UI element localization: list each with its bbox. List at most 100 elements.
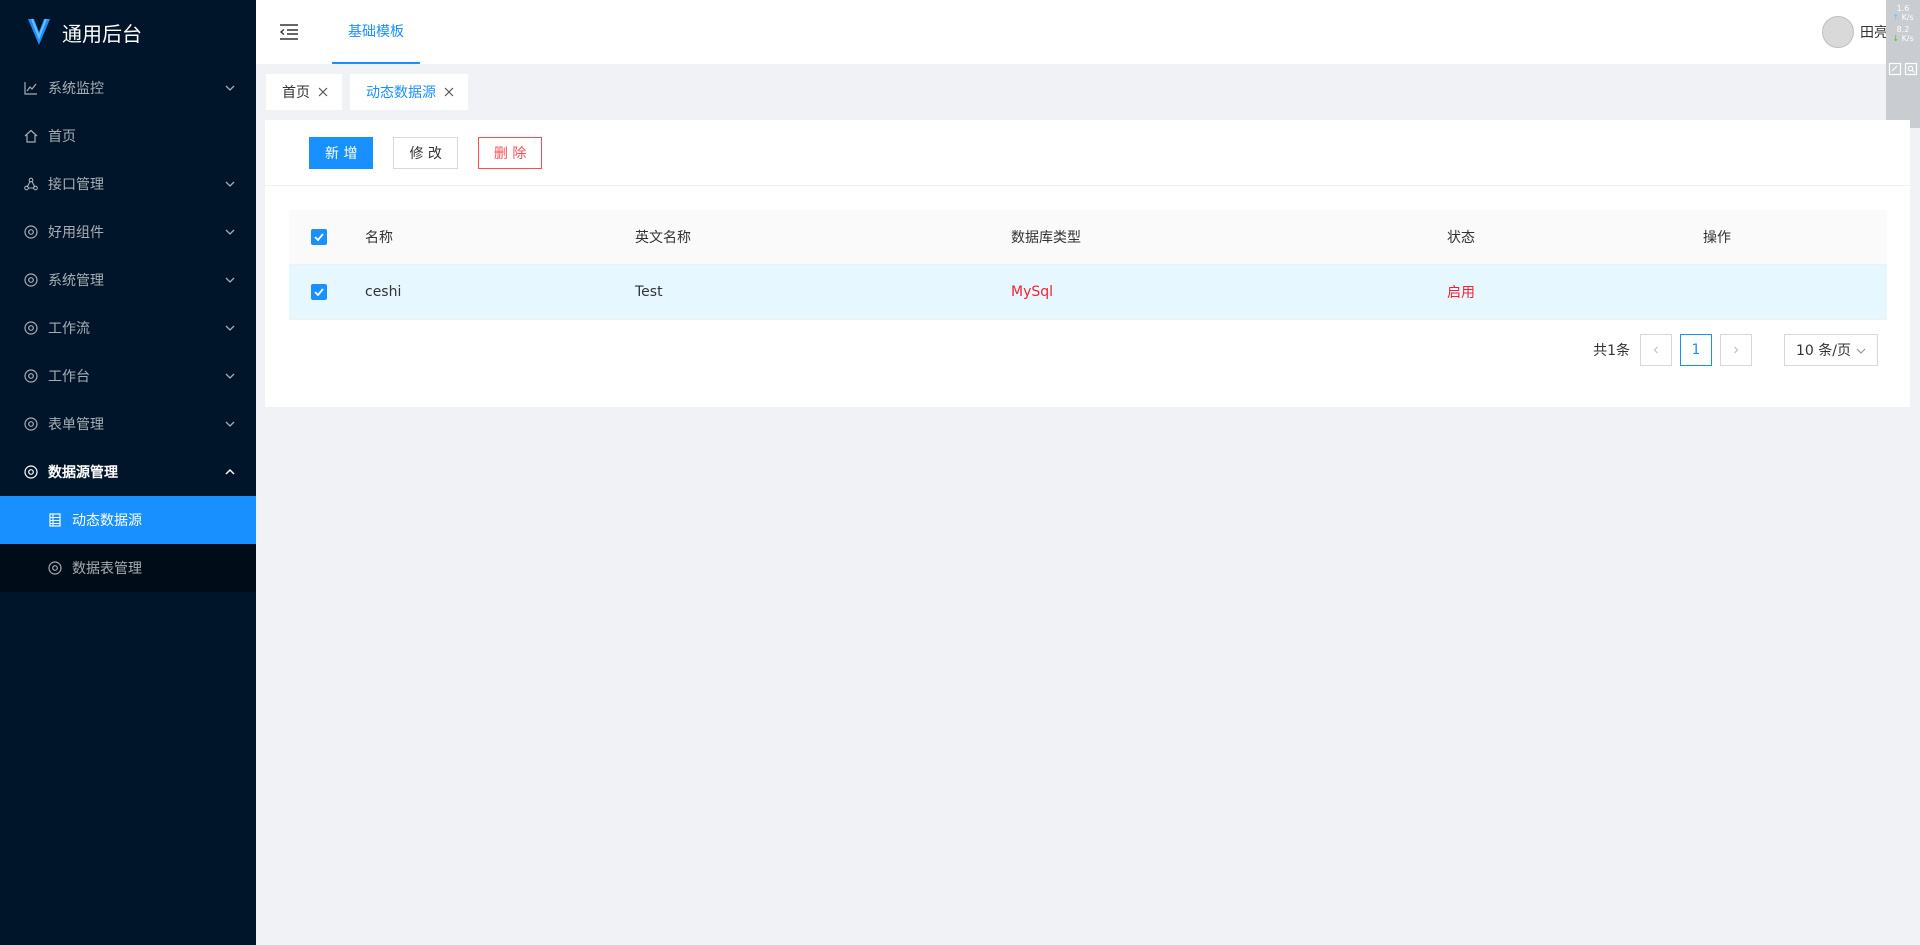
table-icon: [48, 513, 62, 527]
chevron-down-icon: [225, 373, 235, 379]
pagination-total: 共1条: [1593, 343, 1630, 359]
sidebar-item-label: 数据表管理: [72, 561, 142, 577]
cell-db-type: MySql: [1011, 284, 1054, 300]
column-header-status: 状态: [1447, 230, 1475, 246]
chevron-down-icon: [225, 181, 235, 187]
menu-fold-icon[interactable]: [278, 22, 300, 42]
download-speed-unit-label: K/s: [1901, 34, 1914, 43]
column-header-english-name: 英文名称: [635, 230, 691, 246]
delete-button[interactable]: 删 除: [477, 136, 543, 169]
chevron-down-icon: [225, 421, 235, 427]
sidebar-item-label: 工作流: [48, 321, 90, 337]
chrome-icon: [24, 369, 38, 383]
chrome-icon: [24, 417, 38, 431]
add-button[interactable]: 新 增: [309, 136, 374, 169]
page-tab-dynamic-datasource[interactable]: 动态数据源: [350, 74, 468, 110]
sidebar-item-label: 数据源管理: [48, 465, 118, 481]
sidebar: 通用后台 系统监控 首页 接口管理 好用组件 系统管理 工作流 工作台 表单管理…: [0, 0, 256, 945]
chrome-icon: [24, 273, 38, 287]
datasource-table: 名称 英文名称 数据库类型 状态 操作 ceshi Test MySql 启用: [289, 210, 1887, 320]
sidebar-item-workflow[interactable]: 工作流: [0, 304, 256, 352]
sidebar-item-home[interactable]: 首页: [0, 112, 256, 160]
cell-name: ceshi: [365, 284, 402, 300]
download-speed: 8.2 ↓ K/s: [1886, 25, 1920, 43]
chevron-down-icon: [225, 277, 235, 283]
upload-speed-unit-label: K/s: [1901, 13, 1914, 22]
page-tab-home[interactable]: 首页: [266, 74, 342, 110]
sidebar-item-api-management[interactable]: 接口管理: [0, 160, 256, 208]
page-size-select[interactable]: 10 条/页: [1784, 334, 1878, 366]
check-icon: [314, 233, 324, 241]
column-header-db-type: 数据库类型: [1011, 230, 1081, 246]
column-header-name: 名称: [365, 230, 393, 246]
app-title: 通用后台: [62, 21, 142, 46]
sidebar-item-label: 首页: [48, 129, 76, 145]
sidebar-submenu: 动态数据源 数据表管理: [0, 496, 256, 592]
cell-english-name: Test: [635, 284, 663, 300]
sidebar-item-label: 表单管理: [48, 417, 104, 433]
chrome-icon: [24, 465, 38, 479]
chevron-down-icon: [225, 85, 235, 91]
home-icon: [24, 129, 38, 143]
sidebar-item-label: 好用组件: [48, 225, 104, 241]
pagination: 共1条 1 10 条/页: [1593, 334, 1878, 366]
row-select-cell: [289, 284, 365, 300]
header-tab-basic-template[interactable]: 基础模板: [332, 0, 420, 64]
logo-icon: [28, 18, 50, 45]
chrome-icon: [48, 561, 62, 575]
page-size-value: 10 条/页: [1796, 343, 1851, 359]
toolbar: 新 增 修 改 删 除: [265, 120, 1910, 186]
chevron-up-icon: [225, 468, 235, 475]
sidebar-item-label: 系统监控: [48, 81, 104, 97]
page-button[interactable]: 1: [1680, 334, 1712, 366]
select-all-cell: [289, 229, 365, 245]
arrow-down-icon: ↓: [1892, 34, 1900, 43]
chrome-icon: [24, 225, 38, 239]
chevron-down-icon: [1856, 348, 1866, 354]
chevron-right-icon: [1734, 346, 1739, 354]
table-header-row: 名称 英文名称 数据库类型 状态 操作: [289, 210, 1887, 265]
sidebar-item-system-management[interactable]: 系统管理: [0, 256, 256, 304]
sidebar-item-components[interactable]: 好用组件: [0, 208, 256, 256]
username: 田亮: [1860, 25, 1888, 41]
header: 基础模板 田亮: [256, 0, 1920, 64]
sidebar-item-label: 接口管理: [48, 177, 104, 193]
line-chart-icon: [24, 81, 38, 95]
logo[interactable]: 通用后台: [0, 0, 256, 64]
api-icon: [24, 177, 38, 191]
content-card: 新 增 修 改 删 除 名称 英文名称 数据库类型 状态 操作 ceshi Te…: [265, 120, 1910, 407]
sidebar-item-workbench[interactable]: 工作台: [0, 352, 256, 400]
chevron-down-icon: [225, 325, 235, 331]
cell-status: 启用: [1447, 285, 1475, 301]
download-speed-unit: ↓ K/s: [1886, 34, 1920, 43]
table-row[interactable]: ceshi Test MySql 启用: [289, 265, 1887, 320]
next-page-button[interactable]: [1720, 334, 1752, 366]
check-icon: [314, 288, 324, 296]
page-tab-label: 首页: [282, 85, 310, 101]
upload-speed: 1.6 ↑ K/s: [1886, 4, 1920, 22]
sidebar-item-datatable-management[interactable]: 数据表管理: [0, 544, 256, 592]
sidebar-item-system-monitor[interactable]: 系统监控: [0, 64, 256, 112]
close-icon[interactable]: [444, 87, 454, 97]
row-checkbox[interactable]: [311, 284, 327, 300]
page-tabs-bar: 首页 动态数据源: [256, 64, 1920, 120]
sidebar-item-label: 系统管理: [48, 273, 104, 289]
edit-button[interactable]: 修 改: [393, 136, 458, 169]
upload-speed-unit: ↑ K/s: [1886, 13, 1920, 22]
select-all-checkbox[interactable]: [311, 229, 327, 245]
avatar: [1822, 16, 1854, 48]
chrome-icon: [24, 321, 38, 335]
upload-speed-value: 1.6: [1896, 4, 1910, 13]
sidebar-item-dynamic-datasource[interactable]: 动态数据源: [0, 496, 256, 544]
prev-page-button[interactable]: [1640, 334, 1672, 366]
sidebar-item-label: 动态数据源: [72, 513, 142, 529]
close-icon[interactable]: [318, 87, 328, 97]
sidebar-item-form-management[interactable]: 表单管理: [0, 400, 256, 448]
arrow-up-icon: ↑: [1892, 13, 1900, 22]
user-menu[interactable]: 田亮: [1822, 16, 1888, 48]
chevron-down-icon: [225, 229, 235, 235]
column-header-actions: 操作: [1703, 230, 1731, 246]
download-speed-value: 8.2: [1896, 25, 1910, 34]
page-tab-label: 动态数据源: [366, 85, 436, 101]
sidebar-item-datasource-management[interactable]: 数据源管理: [0, 448, 256, 496]
